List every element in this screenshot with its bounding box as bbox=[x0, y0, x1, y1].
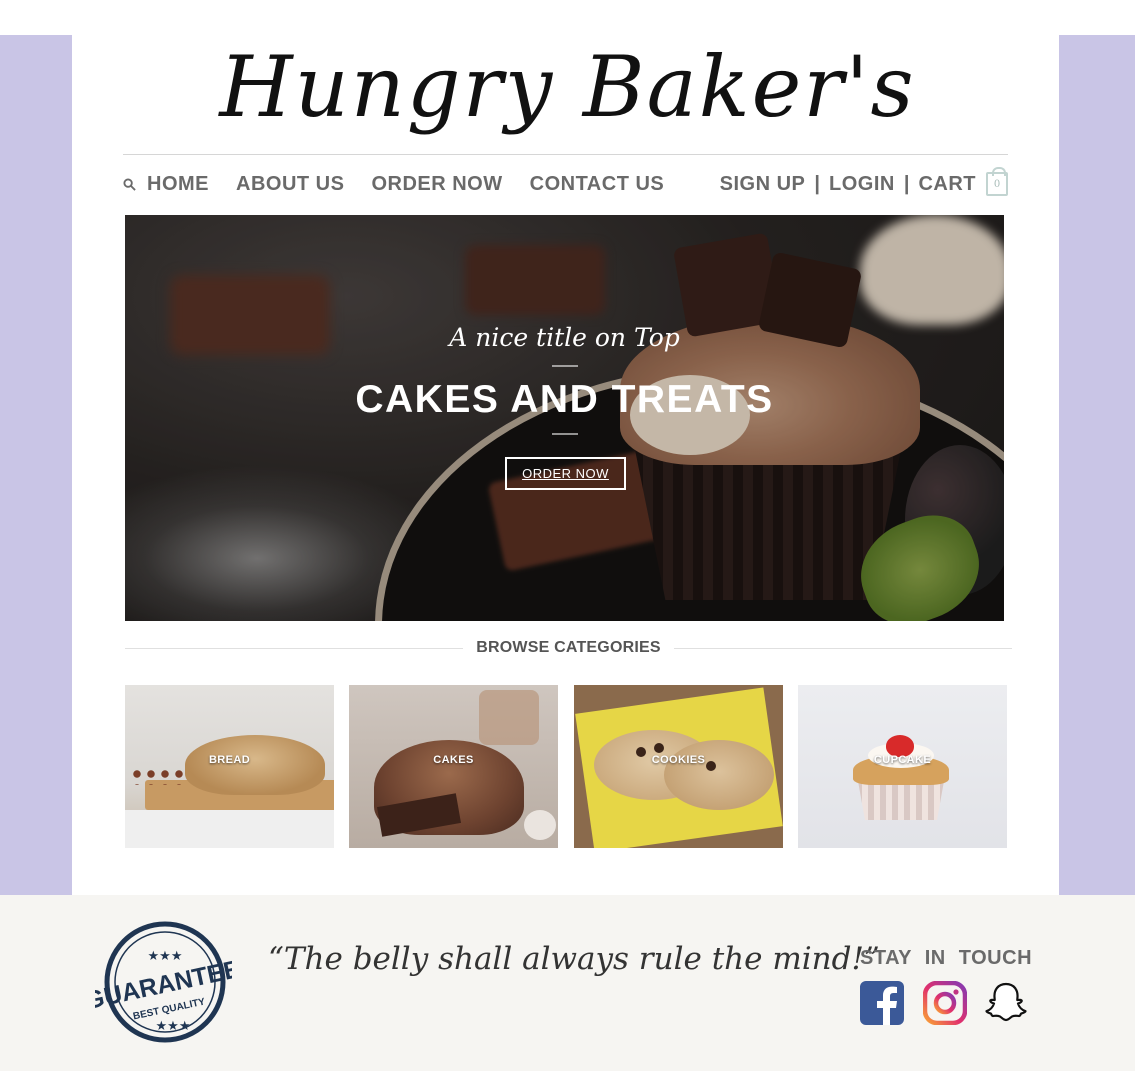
category-image-cookies bbox=[664, 740, 774, 810]
main-nav: HOME ABOUT US ORDER NOW CONTACT US SIGN … bbox=[123, 167, 1008, 200]
category-card-cookies[interactable]: COOKIES bbox=[574, 685, 783, 848]
nav-separator: | bbox=[814, 172, 820, 195]
nav-separator: | bbox=[903, 172, 910, 195]
category-image-cakes bbox=[524, 810, 556, 840]
left-side-panel bbox=[0, 35, 72, 895]
browse-categories-heading: BROWSE CATEGORIES bbox=[125, 636, 1013, 660]
nav-about-us[interactable]: ABOUT US bbox=[236, 173, 344, 196]
category-grid: BREAD CAKES COOKIES CUPCAKE bbox=[125, 685, 1007, 848]
guarantee-badge: ★★★ GUARANTEE BEST QUALITY ★★★ bbox=[82, 919, 243, 1045]
cart-link[interactable]: CART bbox=[918, 173, 976, 196]
badge-stars: ★★★ bbox=[148, 949, 183, 964]
instagram-icon[interactable] bbox=[922, 980, 968, 1026]
cart-bag-icon[interactable]: 0 bbox=[986, 167, 1008, 196]
social-links bbox=[860, 980, 1030, 1027]
cart-count: 0 bbox=[993, 178, 1001, 190]
category-image-bread bbox=[125, 810, 334, 848]
hero-divider bbox=[552, 365, 578, 367]
hero-kicker: A nice title on Top bbox=[449, 323, 680, 352]
nav-contact-us[interactable]: CONTACT US bbox=[530, 173, 665, 196]
facebook-icon[interactable] bbox=[860, 981, 904, 1025]
badge-stars: ★★★ bbox=[156, 1019, 191, 1034]
nav-order-now[interactable]: ORDER NOW bbox=[371, 173, 502, 196]
heading-rule bbox=[125, 647, 464, 649]
nav-home[interactable]: HOME bbox=[147, 173, 209, 196]
hero-title: CAKES AND TREATS bbox=[355, 378, 774, 421]
login-link[interactable]: LOGIN bbox=[829, 173, 895, 196]
account-links: SIGN UP | LOGIN | CART 0 bbox=[720, 167, 1008, 196]
category-label: CUPCAKE bbox=[873, 754, 932, 766]
hero-order-now-button[interactable]: ORDER NOW bbox=[505, 457, 626, 490]
site-footer: ★★★ GUARANTEE BEST QUALITY ★★★ “The bell… bbox=[0, 895, 1135, 1071]
search-icon[interactable] bbox=[123, 172, 147, 196]
category-image-cakes bbox=[479, 690, 539, 745]
category-label: BREAD bbox=[208, 754, 251, 766]
footer-quote: “The belly shall always rule the mind!” bbox=[268, 941, 880, 977]
category-card-cupcake[interactable]: CUPCAKE bbox=[798, 685, 1007, 848]
category-label: CAKES bbox=[433, 754, 474, 766]
site-logo[interactable]: Hungry Baker's bbox=[0, 32, 1135, 142]
hero-banner: A nice title on Top CAKES AND TREATS ORD… bbox=[125, 215, 1004, 621]
category-label: COOKIES bbox=[651, 754, 706, 766]
browse-categories-title: BROWSE CATEGORIES bbox=[476, 639, 661, 656]
category-image-cookies bbox=[654, 743, 664, 753]
category-card-cakes[interactable]: CAKES bbox=[349, 685, 558, 848]
hero-content: A nice title on Top CAKES AND TREATS ORD… bbox=[125, 215, 1004, 621]
hero-divider bbox=[552, 433, 578, 435]
heading-rule bbox=[673, 647, 1013, 649]
category-card-bread[interactable]: BREAD bbox=[125, 685, 334, 848]
signup-link[interactable]: SIGN UP bbox=[720, 173, 806, 196]
snapchat-icon[interactable] bbox=[984, 981, 1028, 1025]
right-side-panel bbox=[1059, 35, 1135, 895]
category-image-bread bbox=[130, 767, 185, 785]
nav-divider bbox=[123, 154, 1008, 155]
stay-in-touch-label: STAY IN TOUCH bbox=[860, 947, 1033, 969]
